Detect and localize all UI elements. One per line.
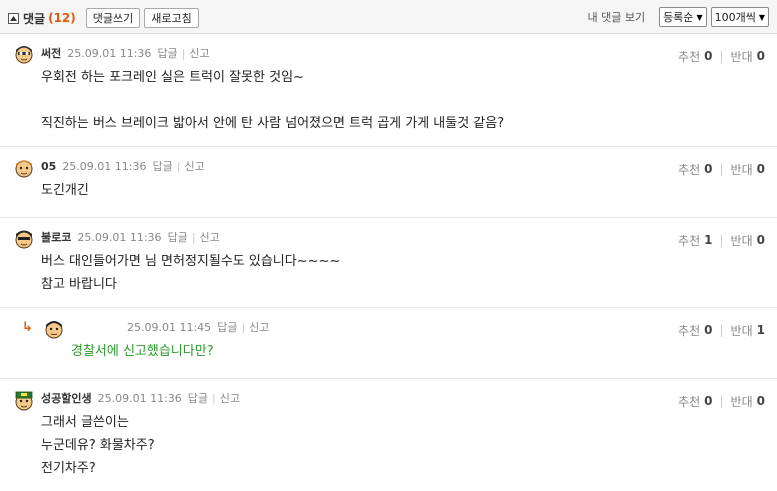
recommend-count: 0 <box>704 323 713 337</box>
recommend-count: 0 <box>704 162 713 176</box>
comment-body: 그래서 글쓴이는 누군데유? 화물차주? 전기차주? <box>41 411 155 480</box>
oppose-label[interactable]: 반대 <box>731 48 753 65</box>
comment-date: 25.09.01 11:36 <box>67 46 152 60</box>
reply-link[interactable]: 답글 <box>217 319 237 335</box>
write-comment-button[interactable]: 댓글쓰기 <box>85 8 141 28</box>
comment-line: 누군데유? 화물차주? <box>41 438 155 453</box>
divider: | <box>181 46 186 60</box>
report-link[interactable]: 신고 <box>200 229 220 245</box>
my-comments-link[interactable]: 내 댓글 보기 <box>587 9 645 25</box>
recommend-label[interactable]: 추천 <box>678 322 700 339</box>
comment-date: 25.09.01 11:36 <box>62 159 147 173</box>
avatar <box>15 391 33 411</box>
divider: | <box>241 320 246 334</box>
reply-link[interactable]: 답글 <box>188 390 208 406</box>
recommend-label[interactable]: 추천 <box>678 48 700 65</box>
recommend-label[interactable]: 추천 <box>678 393 700 410</box>
oppose-label[interactable]: 반대 <box>731 322 753 339</box>
comment-body: 경찰서에 신고했습니다만? <box>71 340 214 363</box>
divider: | <box>719 233 724 247</box>
report-link[interactable]: 신고 <box>184 158 204 174</box>
comment-count: (12) <box>48 11 76 25</box>
chevron-down-icon: ▼ <box>696 12 703 22</box>
comment-item: 불로코 25.09.01 11:36 답글 | 신고 추천 1 | 반대 0 버… <box>0 218 777 308</box>
comment-line: 경찰서에 신고했습니다만? <box>71 344 214 359</box>
divider: | <box>191 230 196 244</box>
oppose-count: 0 <box>756 49 765 63</box>
refresh-button[interactable]: 새로고침 <box>144 8 199 28</box>
per-page-select[interactable]: 100개씩 ▼ <box>710 7 769 27</box>
report-link[interactable]: 신고 <box>220 390 240 406</box>
sort-select[interactable]: 등록순 ▼ <box>659 7 707 27</box>
oppose-count: 0 <box>756 394 765 408</box>
comment-line: 참고 바랍니다 <box>41 277 117 292</box>
comment-line: 우회전 하는 포크레인 실은 트럭이 잘못한 것임~ <box>41 70 304 85</box>
comment-line: 도긴개긴 <box>41 183 89 198</box>
comment-line: 전기차주? <box>41 461 96 476</box>
comment-line <box>41 89 504 112</box>
comment-author[interactable]: 05 <box>41 160 56 173</box>
comment-author[interactable]: 써전 <box>41 45 61 61</box>
sort-select-value: 등록순 <box>663 11 694 24</box>
comment-title: 댓글 <box>23 11 46 26</box>
comment-item: 성공할인생 25.09.01 11:36 답글 | 신고 추천 0 | 반대 0… <box>0 379 777 491</box>
recommend-label[interactable]: 추천 <box>678 232 700 249</box>
collapse-toggle-icon[interactable] <box>8 12 19 24</box>
recommend-count: 0 <box>704 394 713 408</box>
reply-arrow-icon: ↳ <box>22 320 33 335</box>
comment-reply-item: ↳ 25.09.01 11:45 답글 | 신고 추천 0 | 반대 1 경찰서… <box>0 308 777 379</box>
comment-body: 도긴개긴 <box>41 179 89 202</box>
comment-date: 25.09.01 11:36 <box>97 391 182 405</box>
per-page-select-value: 100개씩 <box>714 11 756 24</box>
avatar <box>15 160 33 178</box>
oppose-count: 0 <box>756 233 765 247</box>
divider: | <box>719 394 724 408</box>
avatar <box>15 230 33 249</box>
oppose-label[interactable]: 반대 <box>731 161 753 178</box>
comment-line: 직진하는 버스 브레이크 밟아서 안에 탄 사람 넘어졌으면 트럭 곱게 가게 … <box>41 116 505 131</box>
comment-date: 25.09.01 11:36 <box>77 230 162 244</box>
chevron-down-icon: ▼ <box>758 12 765 22</box>
divider: | <box>212 391 216 405</box>
comment-date: 25.09.01 11:45 <box>127 320 212 334</box>
comment-line: 그래서 글쓴이는 <box>41 415 129 430</box>
report-link[interactable]: 신고 <box>249 319 269 335</box>
report-link[interactable]: 신고 <box>189 45 209 61</box>
divider: | <box>719 49 724 63</box>
comment-header: 댓글 (12) 댓글쓰기 새로고침 내 댓글 보기 등록순 ▼ 100개씩 ▼ <box>0 0 777 34</box>
oppose-count: 0 <box>756 162 765 176</box>
comment-body: 우회전 하는 포크레인 실은 트럭이 잘못한 것임~ 직진하는 버스 브레이크 … <box>41 66 504 135</box>
comment-author[interactable]: 불로코 <box>41 229 71 245</box>
oppose-label[interactable]: 반대 <box>731 232 753 249</box>
reply-link[interactable]: 답글 <box>168 229 188 245</box>
reply-link[interactable]: 답글 <box>153 158 173 174</box>
divider: | <box>719 323 724 337</box>
divider: | <box>719 162 724 176</box>
comment-author[interactable]: 성공할인생 <box>41 390 92 406</box>
recommend-count: 1 <box>704 233 713 247</box>
comment-item: 05 25.09.01 11:36 답글 | 신고 추천 0 | 반대 0 도긴… <box>0 147 777 218</box>
avatar <box>45 321 63 339</box>
divider: | <box>176 159 181 173</box>
comment-item: 써전 25.09.01 11:36 답글 | 신고 추천 0 | 반대 0 우회… <box>0 34 777 147</box>
oppose-label[interactable]: 반대 <box>731 393 753 410</box>
reply-link[interactable]: 답글 <box>157 45 177 61</box>
comment-line: 버스 대인들어가면 님 면허정지될수도 있습니다~~~~ <box>41 254 341 269</box>
oppose-count: 1 <box>756 323 765 337</box>
avatar <box>15 46 33 64</box>
recommend-count: 0 <box>704 49 713 63</box>
comment-body: 버스 대인들어가면 님 면허정지될수도 있습니다~~~~ 참고 바랍니다 <box>41 250 340 296</box>
recommend-label[interactable]: 추천 <box>678 161 700 178</box>
